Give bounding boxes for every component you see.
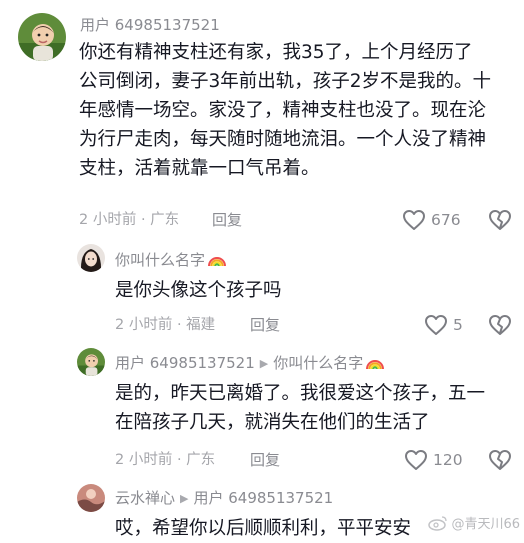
triangle-right-icon: ▶ — [180, 492, 189, 505]
dislike-button[interactable] — [488, 448, 512, 472]
like-button[interactable]: 120 — [404, 449, 463, 471]
dislike-button[interactable] — [488, 313, 512, 337]
comment-text: 你还有精神支柱还有家，我35了，上个月经历了 公司倒闭，妻子3年前出轨，孩子2岁… — [79, 42, 492, 179]
avatar-child[interactable] — [77, 348, 105, 376]
broken-heart-icon — [489, 210, 511, 230]
dislike-button[interactable] — [488, 208, 512, 232]
weibo-logo-icon — [428, 515, 448, 531]
avatar-landscape[interactable] — [77, 484, 105, 512]
reply-button[interactable]: 回复 — [250, 451, 280, 469]
heart-outline-icon — [405, 450, 427, 470]
heart-outline-icon — [425, 315, 447, 335]
like-count: 5 — [453, 316, 463, 334]
avatar-girl[interactable] — [77, 244, 105, 272]
heart-outline-icon — [403, 210, 425, 230]
reply-button[interactable]: 回复 — [250, 316, 280, 334]
comment-username[interactable]: 用户 64985137521 — [80, 16, 220, 34]
triangle-right-icon: ▶ — [259, 357, 269, 370]
comment-username[interactable]: 云水禅心 ▶ 用户 64985137521 — [115, 489, 333, 508]
comment-meta: 2 小时前 · 福建 — [115, 317, 216, 333]
avatar-child[interactable] — [18, 13, 66, 61]
rainbow-emoji — [366, 360, 385, 370]
comment-meta: 2 小时前 · 广东 — [79, 212, 180, 228]
comment-text: 是你头像这个孩子吗 — [115, 280, 282, 301]
reply-button[interactable]: 回复 — [212, 211, 242, 229]
like-count: 676 — [431, 211, 461, 229]
rainbow-emoji — [208, 257, 227, 267]
comment-meta: 2 小时前 · 广东 — [115, 452, 216, 468]
broken-heart-icon — [489, 315, 511, 335]
comment-text: 是的，昨天已离婚了。我很爱这个孩子，五一 在陪孩子几天，就消失在他们的生活了 — [115, 383, 486, 433]
broken-heart-icon — [489, 450, 511, 470]
comment-text: 哎，希望你以后顺顺利利，平平安安 — [115, 518, 412, 539]
comment-username[interactable]: 用户 64985137521 ▶ 你叫什么名字 — [115, 353, 385, 373]
comment-username[interactable]: 你叫什么名字 — [115, 250, 227, 269]
like-button[interactable]: 5 — [424, 314, 463, 336]
watermark: @青天川66 — [428, 513, 520, 532]
like-button[interactable]: 676 — [402, 209, 461, 231]
like-count: 120 — [433, 451, 463, 469]
